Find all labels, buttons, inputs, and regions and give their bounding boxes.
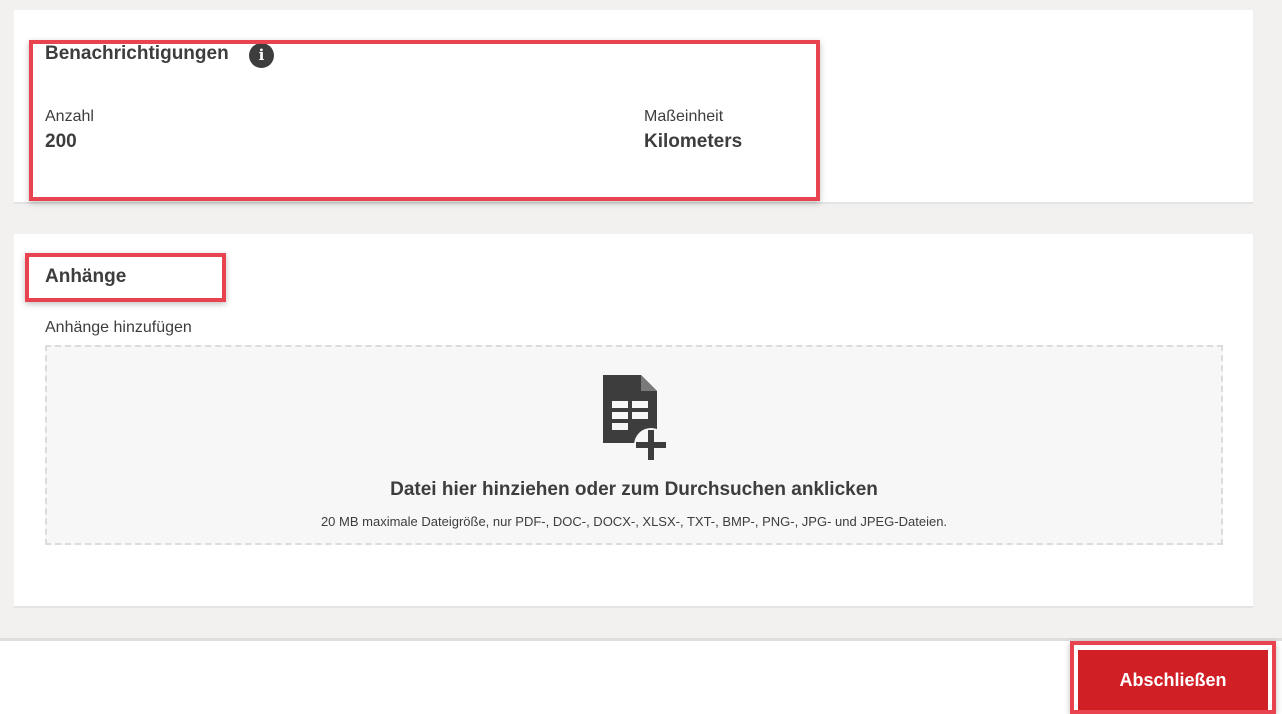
count-value: 200 [45, 131, 77, 152]
count-label: Anzahl [45, 108, 94, 125]
file-add-icon [603, 375, 668, 462]
dropzone-title: Datei hier hinziehen oder zum Durchsuche… [390, 479, 878, 500]
notifications-card [14, 10, 1253, 204]
unit-value: Kilometers [644, 131, 743, 152]
file-dropzone[interactable]: Datei hier hinziehen oder zum Durchsuche… [45, 345, 1223, 545]
unit-label: Maßeinheit [644, 108, 724, 125]
info-icon[interactable]: i [249, 43, 274, 68]
add-attachments-label: Anhänge hinzufügen [45, 319, 192, 336]
finish-button[interactable]: Abschließen [1078, 650, 1268, 710]
attachments-title: Anhänge [45, 266, 127, 287]
dropzone-hint: 20 MB maximale Dateigröße, nur PDF-, DOC… [320, 514, 948, 529]
notifications-title: Benachrichtigungen [45, 43, 229, 64]
